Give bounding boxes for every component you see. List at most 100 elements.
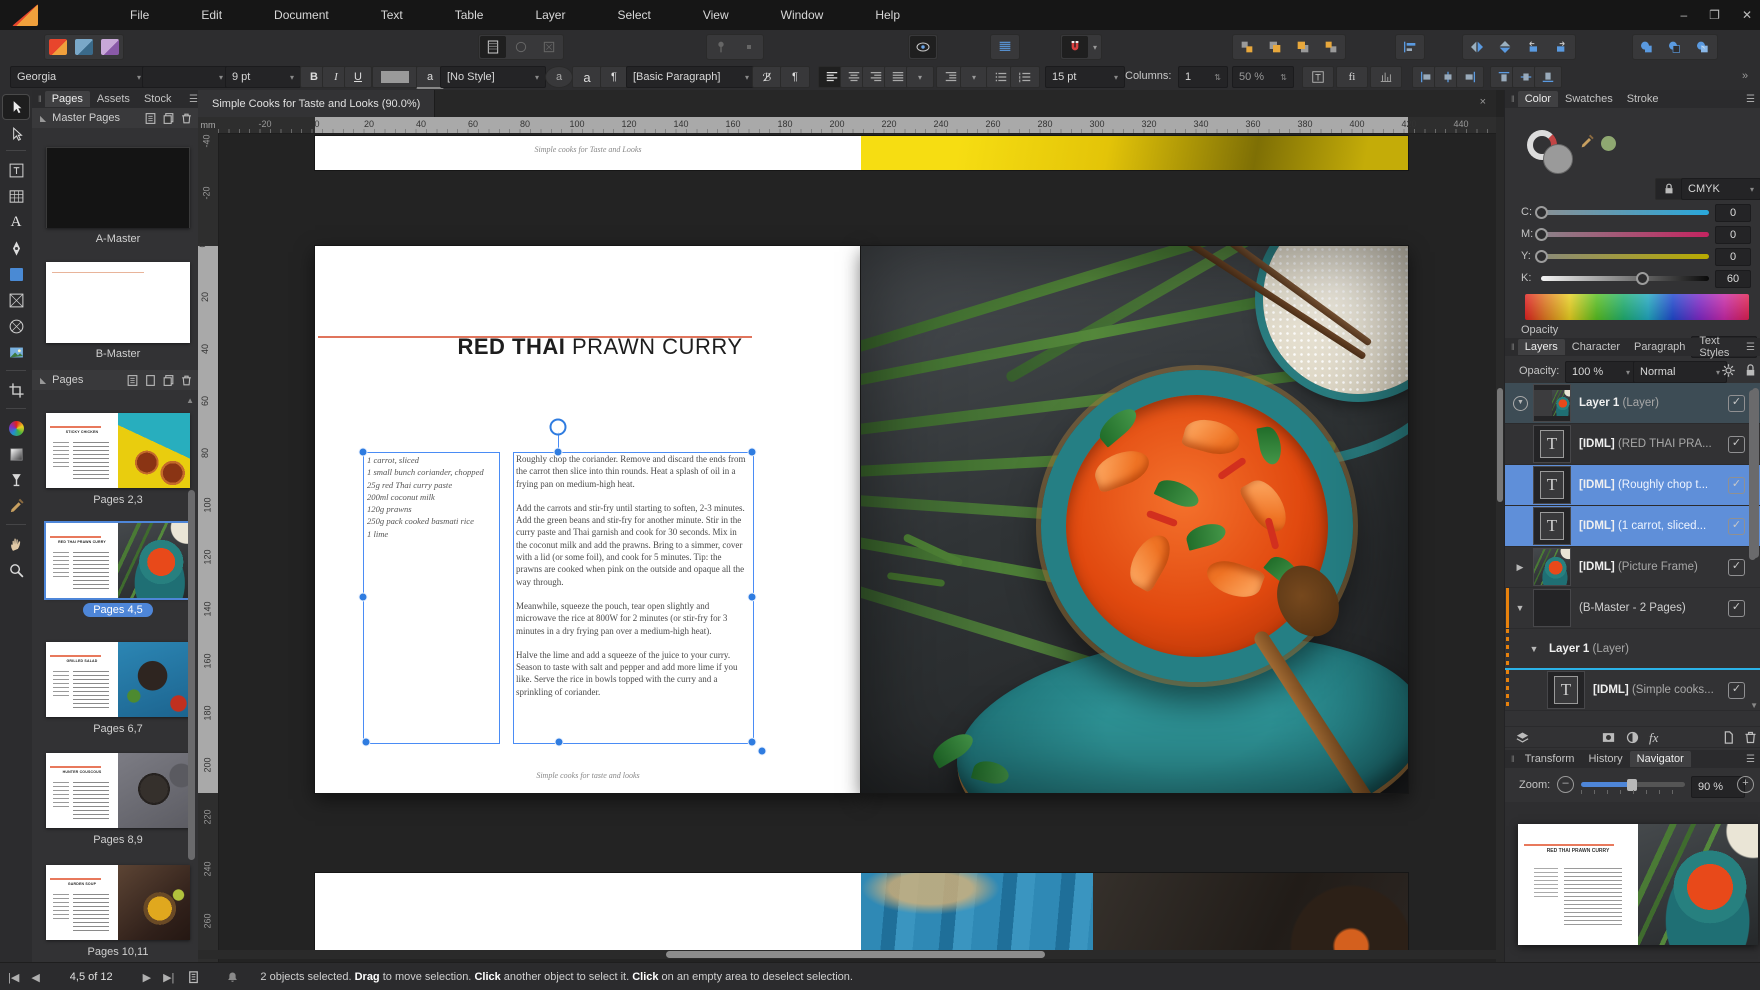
panel-menu-icon[interactable]: ☰ xyxy=(1746,342,1755,353)
layer-row-2[interactable]: T[IDML] (RED THAI PRA...✓ xyxy=(1505,424,1760,465)
tab-history[interactable]: History xyxy=(1581,751,1629,767)
panel-menu-icon[interactable]: ☰ xyxy=(189,94,198,105)
master-pages-header[interactable]: ◣Master Pages xyxy=(32,108,198,128)
column-width-input[interactable]: 50 %⇅ xyxy=(1232,66,1294,88)
text-flow-icon[interactable] xyxy=(992,36,1018,58)
layer-visibility-checkbox[interactable]: ✓ xyxy=(1728,395,1745,412)
cmyk-slider-y[interactable]: Y:0 xyxy=(1505,250,1760,264)
justify-more-dropdown[interactable]: ▾ xyxy=(906,66,934,88)
selected-text-frame-method[interactable] xyxy=(513,452,754,744)
selection-handle[interactable] xyxy=(758,747,767,756)
spread-thumbnail-pages-2-3[interactable]: STICKY CHICKEN xyxy=(46,413,190,488)
expand-icon[interactable]: ▼ xyxy=(1513,396,1527,411)
layer-row-4[interactable]: T[IDML] (1 carrot, sliced...✓ xyxy=(1505,506,1760,547)
selection-handle[interactable] xyxy=(359,448,368,457)
expand-icon[interactable]: ▶ xyxy=(1513,562,1527,573)
xbox-dis-icon[interactable] xyxy=(536,36,562,58)
panel-menu-icon[interactable]: ☰ xyxy=(1746,94,1755,105)
zoom-in-button[interactable]: + xyxy=(1737,776,1754,793)
trash-icon[interactable] xyxy=(180,374,198,386)
expand-icon[interactable]: ▼ xyxy=(1513,603,1527,613)
color-wheel-tool[interactable] xyxy=(3,416,29,440)
layer-row-7[interactable]: ▼Layer 1 (Layer) xyxy=(1505,629,1760,670)
tab-pages[interactable]: Pages xyxy=(45,91,90,107)
layers-opacity-select[interactable]: 100 %▾ xyxy=(1565,361,1637,383)
menu-text[interactable]: Text xyxy=(381,8,403,22)
context-overflow-button[interactable]: » xyxy=(1742,70,1748,82)
frame-text-tool[interactable] xyxy=(3,158,29,182)
node-tool[interactable] xyxy=(3,122,29,146)
page-indicator[interactable]: 4,5 of 12 xyxy=(70,971,113,983)
pen-tool[interactable] xyxy=(3,236,29,260)
snapping-dropdown[interactable]: ▾ xyxy=(1089,43,1101,52)
pages-scrollbar[interactable] xyxy=(188,490,195,860)
flip-h-icon[interactable] xyxy=(1464,36,1490,58)
menu-help[interactable]: Help xyxy=(875,8,900,22)
gear-icon[interactable] xyxy=(1721,363,1736,381)
recipe-title[interactable]: RED THAI PRAWN CURRY xyxy=(445,334,755,360)
arrange4-icon[interactable] xyxy=(1318,36,1344,58)
selected-text-frame-ingredients[interactable] xyxy=(363,452,500,744)
document-page-left[interactable]: RED THAI PRAWN CURRY 1 carrot, sliced1 s… xyxy=(315,246,861,793)
bool-divide-icon[interactable] xyxy=(1690,36,1716,58)
pilcrow-button[interactable]: ¶ xyxy=(780,66,810,88)
panel-menu-icon[interactable]: ☰ xyxy=(1746,754,1755,765)
menu-layer[interactable]: Layer xyxy=(535,8,565,22)
layer-visibility-checkbox[interactable]: ✓ xyxy=(1728,477,1745,494)
first-spread-button[interactable]: |◀ xyxy=(8,971,19,984)
layer-visibility-checkbox[interactable]: ✓ xyxy=(1728,518,1745,535)
layer-visibility-checkbox[interactable]: ✓ xyxy=(1728,559,1745,576)
tab-navigator[interactable]: Navigator xyxy=(1630,751,1691,767)
persona-photo-icon[interactable] xyxy=(97,35,123,59)
tab-transform[interactable]: Transform xyxy=(1518,751,1582,767)
duplicate-icon[interactable] xyxy=(162,112,180,124)
character-style-select[interactable]: [No Style]▾ xyxy=(440,66,546,88)
minimize-button[interactable]: – xyxy=(1680,8,1687,22)
vertical-scrollbar[interactable] xyxy=(1496,117,1504,962)
arrange3-icon[interactable] xyxy=(1290,36,1316,58)
menu-view[interactable]: View xyxy=(703,8,729,22)
tab-color[interactable]: Color xyxy=(1518,91,1558,107)
tab-close-icon[interactable]: × xyxy=(1480,96,1486,108)
rotate-ccw-icon[interactable] xyxy=(1520,36,1546,58)
arrange2-icon[interactable] xyxy=(1262,36,1288,58)
expand-icon[interactable]: ▼ xyxy=(1527,644,1541,654)
selection-handle[interactable] xyxy=(359,593,368,602)
text-frame-properties-button[interactable] xyxy=(1302,66,1334,88)
persona-designer-icon[interactable] xyxy=(71,35,97,59)
menu-table[interactable]: Table xyxy=(455,8,484,22)
navigator-preview[interactable]: RED THAI PRAWN CURRY xyxy=(1518,824,1758,945)
next-spread[interactable] xyxy=(315,873,1408,950)
alignment-icon[interactable] xyxy=(1397,36,1423,58)
v-align-bottom-button[interactable] xyxy=(1534,66,1562,88)
place-image-tool[interactable] xyxy=(3,340,29,364)
pin-dis-icon[interactable] xyxy=(708,36,734,58)
layer-row-3[interactable]: T[IDML] (Roughly chop t...✓ xyxy=(1505,465,1760,506)
text-color-swatch[interactable] xyxy=(372,66,418,88)
horizontal-scrollbar[interactable] xyxy=(198,950,1496,959)
paragraph-rotate-button[interactable]: ℬ̸ xyxy=(752,66,782,88)
rotate-cw-icon[interactable] xyxy=(1548,36,1574,58)
tab-assets[interactable]: Assets xyxy=(90,91,137,107)
color-picker-icon[interactable] xyxy=(1579,134,1595,153)
leading-select[interactable]: 15 pt▾ xyxy=(1045,66,1125,88)
move-tool[interactable] xyxy=(3,95,29,119)
layer-visibility-checkbox[interactable]: ✓ xyxy=(1728,682,1745,699)
menu-edit[interactable]: Edit xyxy=(201,8,222,22)
list-icon[interactable] xyxy=(126,374,144,386)
restore-button[interactable]: ❐ xyxy=(1709,8,1720,22)
cmyk-slider-m[interactable]: M:0 xyxy=(1505,228,1760,242)
spread-thumbnail-pages-10-11[interactable]: GARDEN SOUP xyxy=(46,865,190,940)
list-icon[interactable] xyxy=(144,112,162,124)
table-tool[interactable] xyxy=(3,184,29,208)
font-variant-select[interactable]: ▾ xyxy=(142,66,230,88)
arrange1-icon[interactable] xyxy=(1234,36,1260,58)
font-size-select[interactable]: 9 pt▾ xyxy=(225,66,301,88)
tab-layers[interactable]: Layers xyxy=(1518,339,1565,355)
layer-visibility-checkbox[interactable]: ✓ xyxy=(1728,600,1745,617)
master-thumbnail-b-master[interactable] xyxy=(46,262,190,343)
add-page-icon[interactable] xyxy=(144,374,162,386)
selection-handle[interactable] xyxy=(748,593,757,602)
selection-handle[interactable] xyxy=(362,738,371,747)
master-thumbnail-a-master[interactable] xyxy=(46,147,190,228)
